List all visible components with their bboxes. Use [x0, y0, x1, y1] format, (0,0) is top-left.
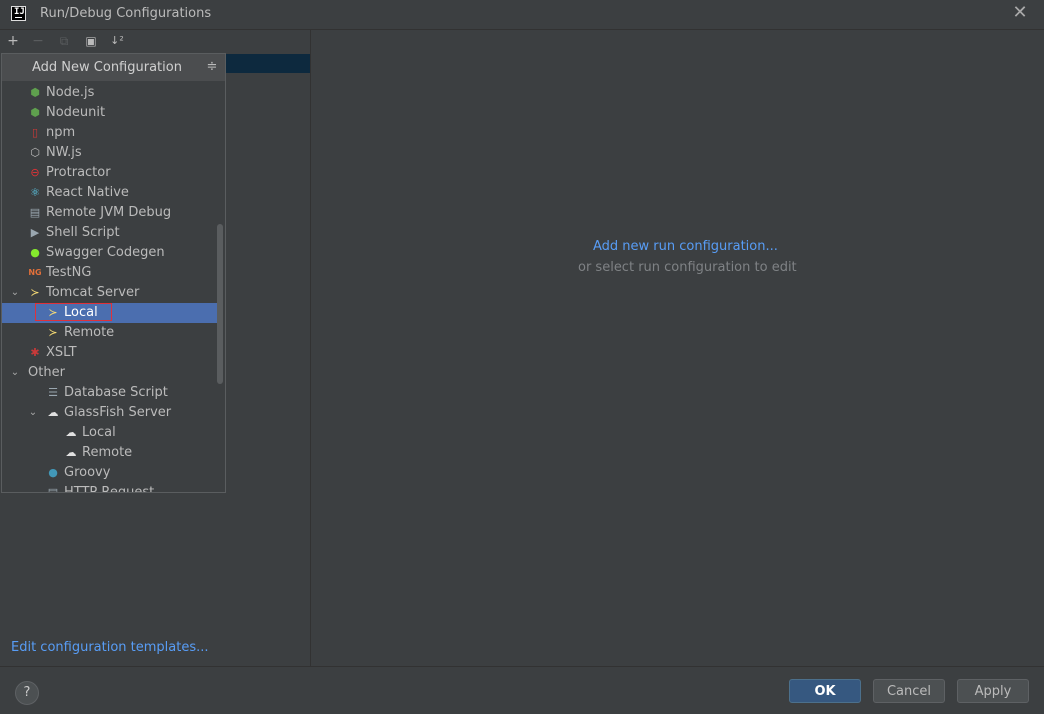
footer-divider: [0, 666, 1044, 667]
apply-button[interactable]: Apply: [957, 679, 1029, 703]
popup-header: Add New Configuration ≑: [2, 54, 225, 81]
select-configuration-hint: or select run configuration to edit: [578, 260, 797, 275]
ok-button[interactable]: OK: [789, 679, 861, 703]
list-item-glassfish-server[interactable]: ⌄ ☁ GlassFish Server: [2, 403, 216, 423]
glassfish-local-icon: ☁: [65, 426, 77, 439]
pane-divider: [310, 30, 311, 666]
edit-templates-link[interactable]: Edit configuration templates...: [11, 640, 209, 655]
list-scrollbar[interactable]: [217, 224, 223, 384]
list-item-npm[interactable]: ▯ npm: [2, 123, 216, 143]
http-request-icon: ▤: [47, 486, 59, 493]
selected-config-strip: [225, 54, 310, 73]
swagger-icon: ●: [30, 246, 40, 259]
popup-title: Add New Configuration: [32, 60, 182, 75]
chevron-down-icon[interactable]: ⌄: [27, 403, 39, 423]
list-item-swagger-codegen[interactable]: ● Swagger Codegen: [2, 243, 216, 263]
list-item-nodejs[interactable]: ⬢ Node.js: [2, 83, 216, 103]
glassfish-remote-icon: ☁: [65, 446, 77, 459]
list-item-tomcat-local[interactable]: ≻ Local: [2, 303, 223, 323]
list-item-nodeunit[interactable]: ⬢ Nodeunit: [2, 103, 216, 123]
tomcat-icon: ≻: [30, 286, 40, 299]
list-item-protractor[interactable]: ⊖ Protractor: [2, 163, 216, 183]
window-title: Run/Debug Configurations: [40, 6, 212, 21]
nodeunit-icon: ⬢: [30, 106, 40, 119]
list-item-remote-jvm-debug[interactable]: ▤ Remote JVM Debug: [2, 203, 216, 223]
list-item-tomcat-server[interactable]: ⌄ ≻ Tomcat Server: [2, 283, 216, 303]
list-item-shell-script[interactable]: ▶ Shell Script: [2, 223, 216, 243]
list-item-glassfish-local[interactable]: ☁ Local: [2, 423, 216, 443]
list-item-groovy[interactable]: ● Groovy: [2, 463, 216, 483]
groovy-icon: ●: [48, 466, 58, 479]
react-icon: ⚛: [30, 186, 40, 199]
list-item-glassfish-remote[interactable]: ☁ Remote: [2, 443, 216, 463]
folder-icon[interactable]: ▣: [82, 32, 100, 50]
chevron-down-icon[interactable]: ⌄: [9, 363, 21, 383]
glassfish-icon: ☁: [47, 406, 59, 419]
list-item-tomcat-remote[interactable]: ≻ Remote: [2, 323, 216, 343]
sort-icon[interactable]: ↓²: [108, 32, 126, 50]
collapse-all-icon[interactable]: ≑: [205, 58, 219, 76]
config-toolbar: + − ⧉ ▣ ↓²: [0, 30, 310, 52]
protractor-icon: ⊖: [30, 166, 40, 179]
shell-script-icon: ▶: [30, 226, 40, 239]
xslt-icon: ✱: [30, 346, 40, 359]
app-icon: IJ: [11, 6, 26, 21]
chevron-down-icon[interactable]: ⌄: [9, 283, 21, 303]
close-icon[interactable]: ✕: [1010, 3, 1030, 23]
nodejs-icon: ⬢: [30, 86, 40, 99]
list-item-nwjs[interactable]: ⬡ NW.js: [2, 143, 216, 163]
tomcat-remote-icon: ≻: [48, 326, 58, 339]
list-item-database-script[interactable]: ☰ Database Script: [2, 383, 216, 403]
configuration-type-list: ⬢ Node.js ⬢ Nodeunit ▯ npm ⬡ NW.js ⊖ Pro…: [2, 82, 225, 492]
testng-icon: NG: [28, 268, 42, 277]
npm-icon: ▯: [31, 126, 39, 139]
title-bar: IJ Run/Debug Configurations ✕: [0, 0, 1044, 30]
add-configuration-popup: Add New Configuration ≑ ⬢ Node.js ⬢ Node…: [1, 53, 226, 493]
nwjs-icon: ⬡: [30, 146, 40, 159]
tomcat-local-icon: ≻: [48, 306, 58, 319]
list-item-xslt[interactable]: ✱ XSLT: [2, 343, 216, 363]
cancel-button[interactable]: Cancel: [873, 679, 945, 703]
copy-icon[interactable]: ⧉: [55, 32, 73, 50]
list-item-http-request[interactable]: ▤ HTTP Request: [2, 483, 216, 493]
help-icon[interactable]: ?: [15, 681, 39, 705]
add-icon[interactable]: +: [4, 32, 22, 50]
add-run-configuration-link[interactable]: Add new run configuration...: [593, 239, 778, 254]
list-item-react-native[interactable]: ⚛ React Native: [2, 183, 216, 203]
remote-debug-icon: ▤: [29, 206, 41, 219]
list-item-testng[interactable]: NG TestNG: [2, 263, 216, 283]
remove-icon[interactable]: −: [29, 32, 47, 50]
database-script-icon: ☰: [48, 386, 58, 399]
list-item-other[interactable]: ⌄ Other: [2, 363, 216, 383]
